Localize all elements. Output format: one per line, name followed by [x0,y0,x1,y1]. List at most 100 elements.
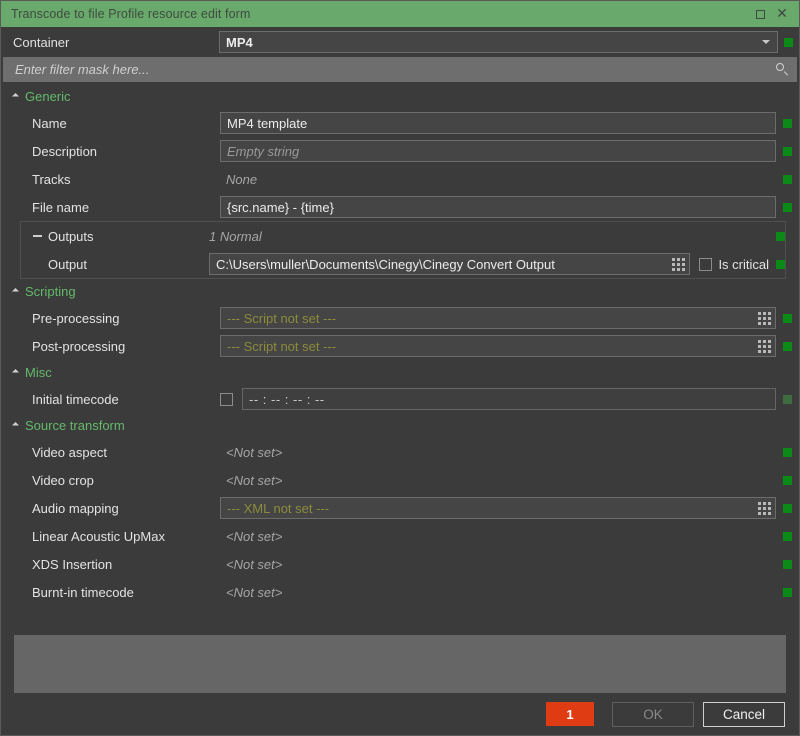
dialog-button-bar: 1 OK Cancel [1,693,799,735]
browse-grid-icon[interactable] [758,339,771,353]
section-title: Misc [25,365,52,380]
container-row: Container MP4 [1,27,799,57]
pre-processing-value: --- Script not set --- [227,310,337,326]
row-xds-insertion: XDS Insertion <Not set> [1,550,799,578]
row-file-name: File name {src.name} - {time} [1,193,799,221]
initial-timecode-input[interactable]: -- : -- : -- : -- [242,388,776,410]
name-input-value: MP4 template [227,115,308,131]
row-label: Linear Acoustic UpMax [32,528,165,544]
is-critical-label: Is critical [718,256,769,272]
description-input-placeholder: Empty string [227,143,300,159]
window-title: Transcode to file Profile resource edit … [11,7,251,21]
collapse-minus-icon[interactable] [33,235,42,237]
chevron-down-icon [762,40,770,44]
row-status-indicator [783,447,792,457]
file-name-input[interactable]: {src.name} - {time} [220,196,776,218]
expander-triangle-icon [11,92,20,101]
row-status-indicator [783,146,792,156]
section-header-source-transform[interactable]: Source transform [1,413,799,438]
description-input[interactable]: Empty string [220,140,776,162]
tracks-value[interactable]: None [220,172,776,187]
browse-grid-icon[interactable] [672,257,686,271]
row-label: Video aspect [32,444,107,460]
row-audio-mapping: Audio mapping --- XML not set --- [1,494,799,522]
audio-mapping-input[interactable]: --- XML not set --- [220,497,776,519]
output-path-input[interactable]: C:\Users\muller\Documents\Cinegy\Cinegy … [209,253,691,275]
row-label: Burnt-in timecode [32,584,134,600]
maximize-button[interactable] [749,3,771,25]
row-video-crop: Video crop <Not set> [1,466,799,494]
row-label: Video crop [32,472,94,488]
filter-bar[interactable]: Enter filter mask here... [3,57,797,82]
row-label: Audio mapping [32,500,119,516]
row-pre-processing: Pre-processing --- Script not set --- [1,304,799,332]
xds-insertion-value[interactable]: <Not set> [220,557,776,572]
ok-button[interactable]: OK [612,701,694,727]
row-status-indicator [776,259,785,269]
row-linear-acoustic-upmax: Linear Acoustic UpMax <Not set> [1,522,799,550]
initial-timecode-checkbox[interactable] [220,392,233,406]
checkbox-box-icon[interactable] [699,257,713,271]
expander-triangle-icon [11,421,20,430]
section-title: Source transform [25,418,125,433]
section-header-misc[interactable]: Misc [1,360,799,385]
container-select[interactable]: MP4 [219,31,778,53]
post-processing-input[interactable]: --- Script not set --- [220,335,776,357]
row-status-indicator [783,174,792,184]
post-processing-value: --- Script not set --- [227,338,337,354]
browse-grid-icon[interactable] [758,501,771,515]
burnt-in-timecode-value[interactable]: <Not set> [220,585,776,600]
row-status-indicator [783,503,792,513]
row-status-indicator [783,394,792,404]
audio-mapping-value: --- XML not set --- [227,500,330,516]
is-critical-checkbox[interactable]: Is critical [699,257,769,272]
row-outputs[interactable]: Outputs 1 Normal [21,222,785,250]
container-status-indicator [784,37,793,47]
row-name: Name MP4 template [1,109,799,137]
cancel-button[interactable]: Cancel [703,701,785,727]
outputs-group: Outputs 1 Normal Output C:\Users\muller\… [20,221,786,279]
row-label: XDS Insertion [32,556,113,572]
row-output: Output C:\Users\muller\Documents\Cinegy\… [21,250,785,278]
outputs-summary: 1 Normal [209,228,262,244]
row-video-aspect: Video aspect <Not set> [1,438,799,466]
row-status-indicator [776,231,785,241]
row-initial-timecode: Initial timecode -- : -- : -- : -- [1,385,799,413]
row-label: Outputs [48,228,94,244]
error-count-badge[interactable]: 1 [546,702,594,726]
video-aspect-value[interactable]: <Not set> [220,445,776,460]
row-label: Name [32,115,67,131]
row-status-indicator [783,559,792,569]
section-header-generic[interactable]: Generic [1,84,799,109]
row-burnt-in-timecode: Burnt-in timecode <Not set> [1,578,799,606]
description-panel [14,635,786,693]
row-status-indicator [783,118,792,128]
row-label: Initial timecode [32,391,119,407]
row-status-indicator [783,587,792,597]
row-status-indicator [783,531,792,541]
container-value: MP4 [226,34,253,50]
expander-triangle-icon [11,368,20,377]
browse-grid-icon[interactable] [758,311,771,325]
file-name-input-value: {src.name} - {time} [227,199,334,215]
filter-input[interactable]: Enter filter mask here... [15,62,775,77]
section-title: Scripting [25,284,76,299]
section-header-scripting[interactable]: Scripting [1,279,799,304]
video-crop-value[interactable]: <Not set> [220,473,776,488]
maximize-icon [755,9,765,19]
output-path-value: C:\Users\muller\Documents\Cinegy\Cinegy … [216,256,555,272]
pre-processing-input[interactable]: --- Script not set --- [220,307,776,329]
close-button[interactable]: ✕ [771,3,793,25]
name-input[interactable]: MP4 template [220,112,776,134]
row-label: Pre-processing [32,310,120,326]
section-title: Generic [25,89,71,104]
linear-acoustic-upmax-value[interactable]: <Not set> [220,529,776,544]
row-status-indicator [783,341,792,351]
expander-triangle-icon [11,287,20,296]
initial-timecode-value: -- : -- : -- : -- [249,391,325,407]
row-status-indicator [783,202,792,212]
row-label: Output [48,256,88,272]
row-description: Description Empty string [1,137,799,165]
container-label: Container [13,34,70,50]
row-label: Post-processing [32,338,126,354]
